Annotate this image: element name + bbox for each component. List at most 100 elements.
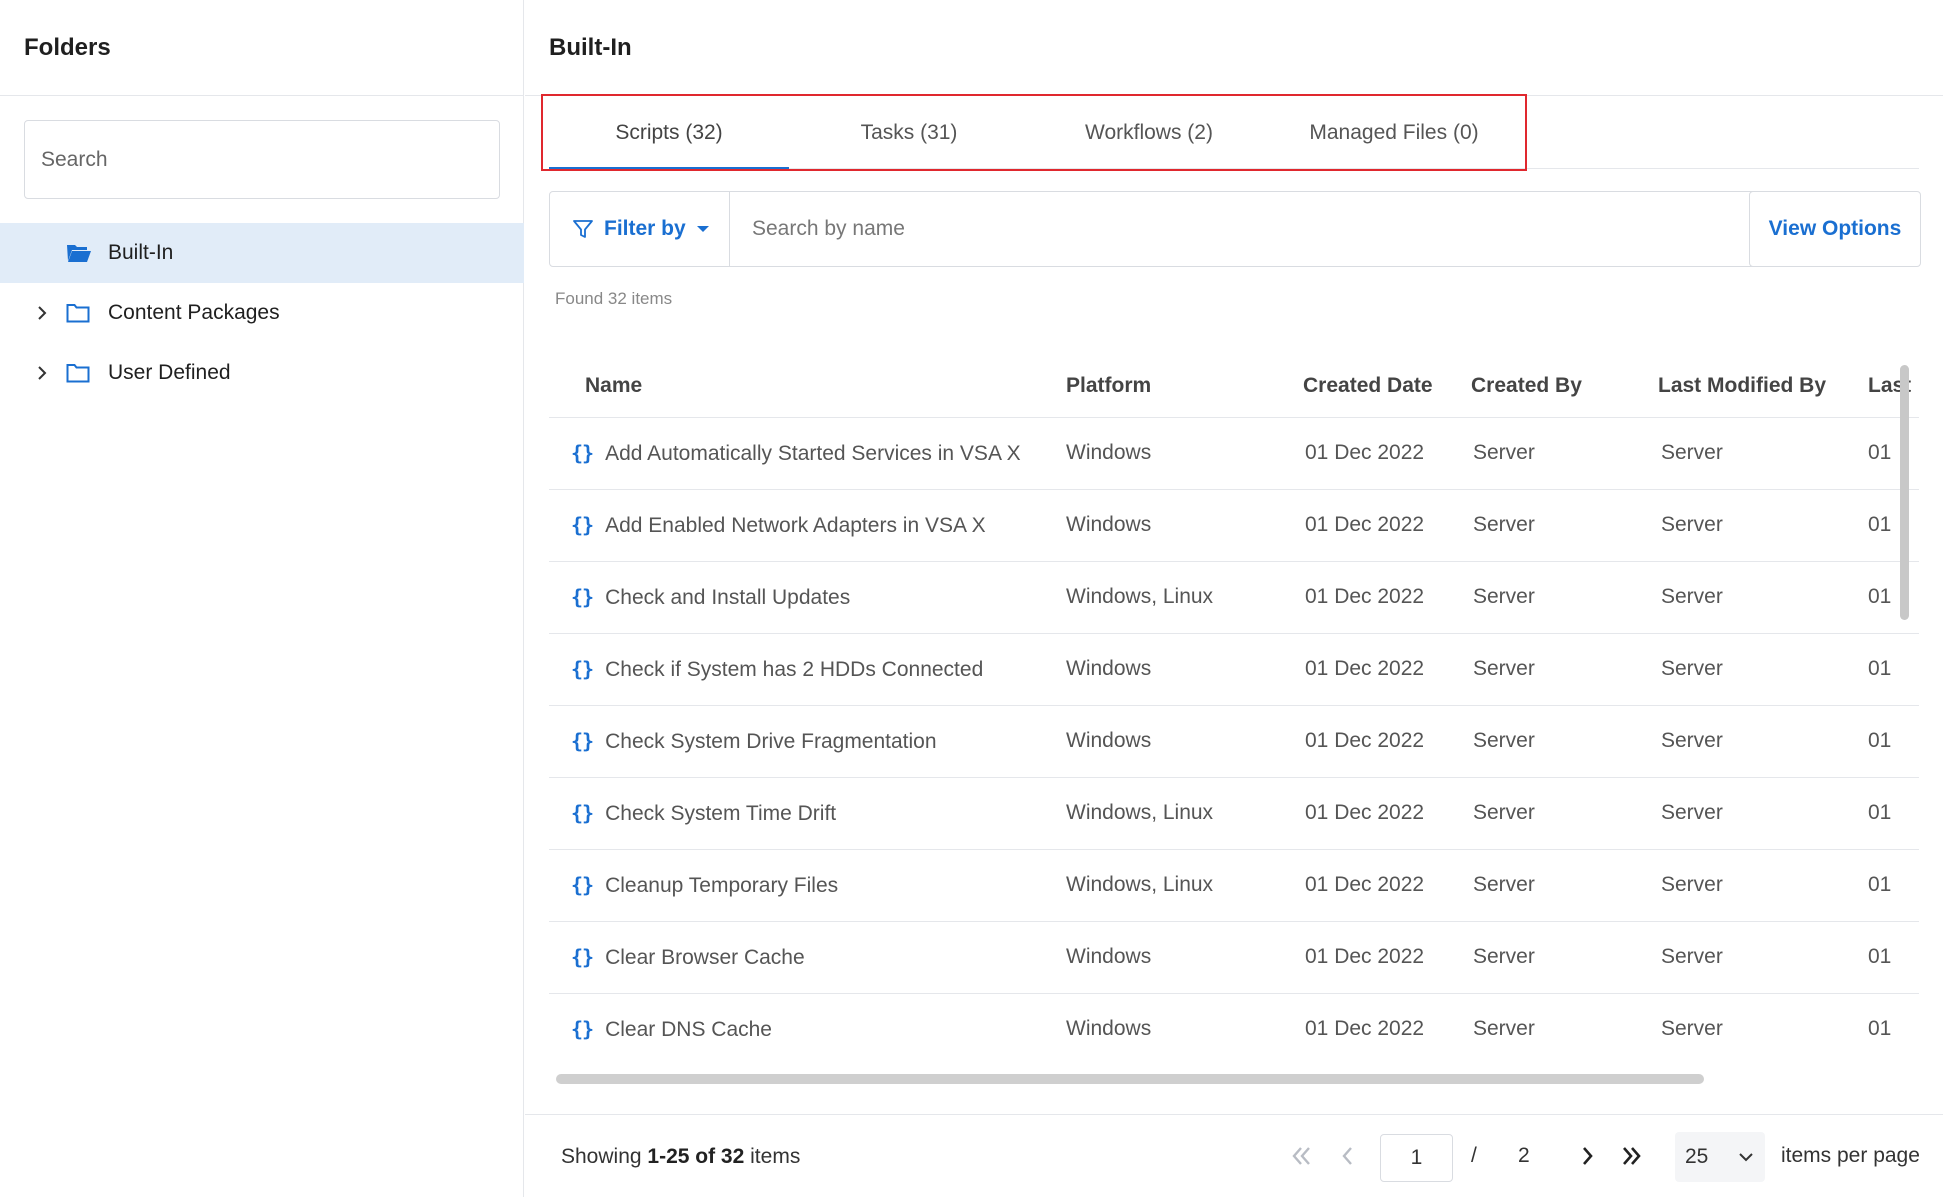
- script-icon: {}: [571, 440, 594, 465]
- tree-item-user-defined[interactable]: User Defined: [0, 343, 524, 403]
- table-row[interactable]: {} Clear Browser Cache Windows 01 Dec 2022 S…: [549, 921, 1919, 994]
- created-date-cell: 01 Dec 2022: [1292, 417, 1460, 490]
- chevron-right-icon[interactable]: [32, 303, 52, 323]
- created-by-cell: Server: [1460, 633, 1647, 706]
- filter-by-button[interactable]: Filter by: [550, 192, 730, 266]
- script-name[interactable]: Check System Time Drift: [605, 802, 836, 825]
- created-by-cell: Server: [1460, 993, 1647, 1065]
- tab-label: Tasks (31): [860, 120, 958, 144]
- previous-page-icon[interactable]: [1333, 1141, 1363, 1171]
- page-number-field[interactable]: [1380, 1134, 1453, 1182]
- name-cell[interactable]: {} Add Automatically Started Services in …: [549, 417, 1054, 490]
- tab-managed-files[interactable]: Managed Files (0): [1269, 96, 1519, 169]
- column-header-last-modified-by[interactable]: Last Modified By: [1647, 355, 1852, 418]
- main-header: Built-In: [525, 0, 1943, 96]
- script-name[interactable]: Add Automatically Started Services in VS…: [605, 442, 1021, 465]
- created-date-cell: 01 Dec 2022: [1292, 777, 1460, 850]
- column-header-platform[interactable]: Platform: [1054, 355, 1292, 418]
- name-cell[interactable]: {} Cleanup Temporary Files: [549, 849, 1054, 922]
- table-row[interactable]: {} Cleanup Temporary Files Windows, Linux 0…: [549, 849, 1919, 922]
- name-cell[interactable]: {} Clear DNS Cache: [549, 993, 1054, 1065]
- folder-search-field[interactable]: [24, 120, 500, 199]
- last-modified-by-cell: Server: [1647, 993, 1852, 1065]
- tree-item-content-packages[interactable]: Content Packages: [0, 283, 524, 343]
- tab-scripts[interactable]: Scripts (32): [549, 96, 789, 170]
- last-modified-by-cell: Server: [1647, 777, 1852, 850]
- script-icon: {}: [571, 584, 594, 609]
- table-row[interactable]: {} Check and Install Updates Windows, Linu…: [549, 561, 1919, 634]
- script-name[interactable]: Clear Browser Cache: [605, 946, 805, 969]
- table-row[interactable]: {} Check System Time Drift Windows, Linux 0…: [549, 777, 1919, 850]
- script-name[interactable]: Check System Drive Fragmentation: [605, 730, 936, 753]
- platform-cell: Windows, Linux: [1054, 561, 1292, 634]
- created-by-cell: Server: [1460, 777, 1647, 850]
- last-cell: 01: [1852, 849, 1919, 922]
- script-name[interactable]: Add Enabled Network Adapters in VSA X: [605, 514, 986, 537]
- folders-panel: Folders Built-In Content Packages: [0, 0, 524, 1197]
- table-row[interactable]: {} Add Automatically Started Services in …: [549, 417, 1919, 490]
- filter-by-label: Filter by: [604, 217, 686, 240]
- script-icon: {}: [571, 1016, 594, 1041]
- table-row[interactable]: {} Clear DNS Cache Windows 01 Dec 2022 Serve…: [549, 993, 1919, 1065]
- vertical-scrollbar[interactable]: [1900, 365, 1909, 620]
- last-cell: 01: [1852, 705, 1919, 778]
- platform-cell: Windows, Linux: [1054, 777, 1292, 850]
- items-per-page-select[interactable]: 25: [1675, 1132, 1765, 1182]
- table-row[interactable]: {} Check if System has 2 HDDs Connected Wi…: [549, 633, 1919, 706]
- column-header-created-date[interactable]: Created Date: [1292, 355, 1460, 418]
- platform-cell: Windows: [1054, 417, 1292, 490]
- filter-icon: [573, 220, 593, 238]
- last-modified-by-cell: Server: [1647, 921, 1852, 994]
- folder-tree: Built-In Content Packages User Defined: [0, 223, 524, 403]
- last-modified-by-cell: Server: [1647, 489, 1852, 562]
- name-cell[interactable]: {} Check System Time Drift: [549, 777, 1054, 850]
- view-options-button[interactable]: View Options: [1749, 191, 1921, 267]
- created-by-cell: Server: [1460, 417, 1647, 490]
- showing-range: 1-25 of 32: [647, 1145, 745, 1168]
- script-name[interactable]: Cleanup Temporary Files: [605, 874, 838, 897]
- script-icon: {}: [571, 512, 594, 537]
- name-cell[interactable]: {} Check and Install Updates: [549, 561, 1054, 634]
- created-date-cell: 01 Dec 2022: [1292, 489, 1460, 562]
- script-name[interactable]: Check if System has 2 HDDs Connected: [605, 658, 983, 681]
- next-page-icon[interactable]: [1572, 1141, 1602, 1171]
- table-row[interactable]: {} Check System Drive Fragmentation Window…: [549, 705, 1919, 778]
- created-by-cell: Server: [1460, 489, 1647, 562]
- tab-bar: Scripts (32) Tasks (31) Workflows (2) Ma…: [549, 96, 1919, 170]
- first-page-icon[interactable]: [1287, 1141, 1317, 1171]
- script-icon: {}: [571, 872, 594, 897]
- name-cell[interactable]: {} Check if System has 2 HDDs Connected: [549, 633, 1054, 706]
- name-cell[interactable]: {} Check System Drive Fragmentation: [549, 705, 1054, 778]
- tree-item-label: User Defined: [108, 361, 231, 384]
- tree-item-built-in[interactable]: Built-In: [0, 223, 524, 283]
- name-search-input[interactable]: [730, 192, 1758, 266]
- tab-tasks[interactable]: Tasks (31): [789, 96, 1029, 169]
- filter-bar: Filter by: [549, 191, 1759, 267]
- folder-icon: [66, 362, 92, 384]
- platform-cell: Windows, Linux: [1054, 849, 1292, 922]
- page-number-input[interactable]: [1381, 1135, 1452, 1181]
- tab-label: Managed Files (0): [1309, 120, 1479, 144]
- last-modified-by-cell: Server: [1647, 849, 1852, 922]
- last-modified-by-cell: Server: [1647, 633, 1852, 706]
- column-header-name[interactable]: Name: [549, 355, 1054, 418]
- total-pages: 2: [1518, 1144, 1530, 1167]
- script-name[interactable]: Clear DNS Cache: [605, 1018, 772, 1041]
- showing-prefix: Showing: [561, 1145, 642, 1168]
- chevron-right-icon[interactable]: [32, 363, 52, 383]
- last-modified-by-cell: Server: [1647, 705, 1852, 778]
- created-date-cell: 01 Dec 2022: [1292, 705, 1460, 778]
- name-cell[interactable]: {} Add Enabled Network Adapters in VSA X: [549, 489, 1054, 562]
- name-search-field[interactable]: [730, 192, 1758, 266]
- name-cell[interactable]: {} Clear Browser Cache: [549, 921, 1054, 994]
- created-by-cell: Server: [1460, 849, 1647, 922]
- last-page-icon[interactable]: [1616, 1141, 1646, 1171]
- table-row[interactable]: {} Add Enabled Network Adapters in VSA X W…: [549, 489, 1919, 562]
- column-header-created-by[interactable]: Created By: [1460, 355, 1647, 418]
- script-icon: {}: [571, 656, 594, 681]
- platform-cell: Windows: [1054, 705, 1292, 778]
- horizontal-scrollbar[interactable]: [556, 1074, 1704, 1084]
- script-name[interactable]: Check and Install Updates: [605, 586, 850, 609]
- folder-search-input[interactable]: [25, 121, 499, 198]
- tab-workflows[interactable]: Workflows (2): [1029, 96, 1269, 169]
